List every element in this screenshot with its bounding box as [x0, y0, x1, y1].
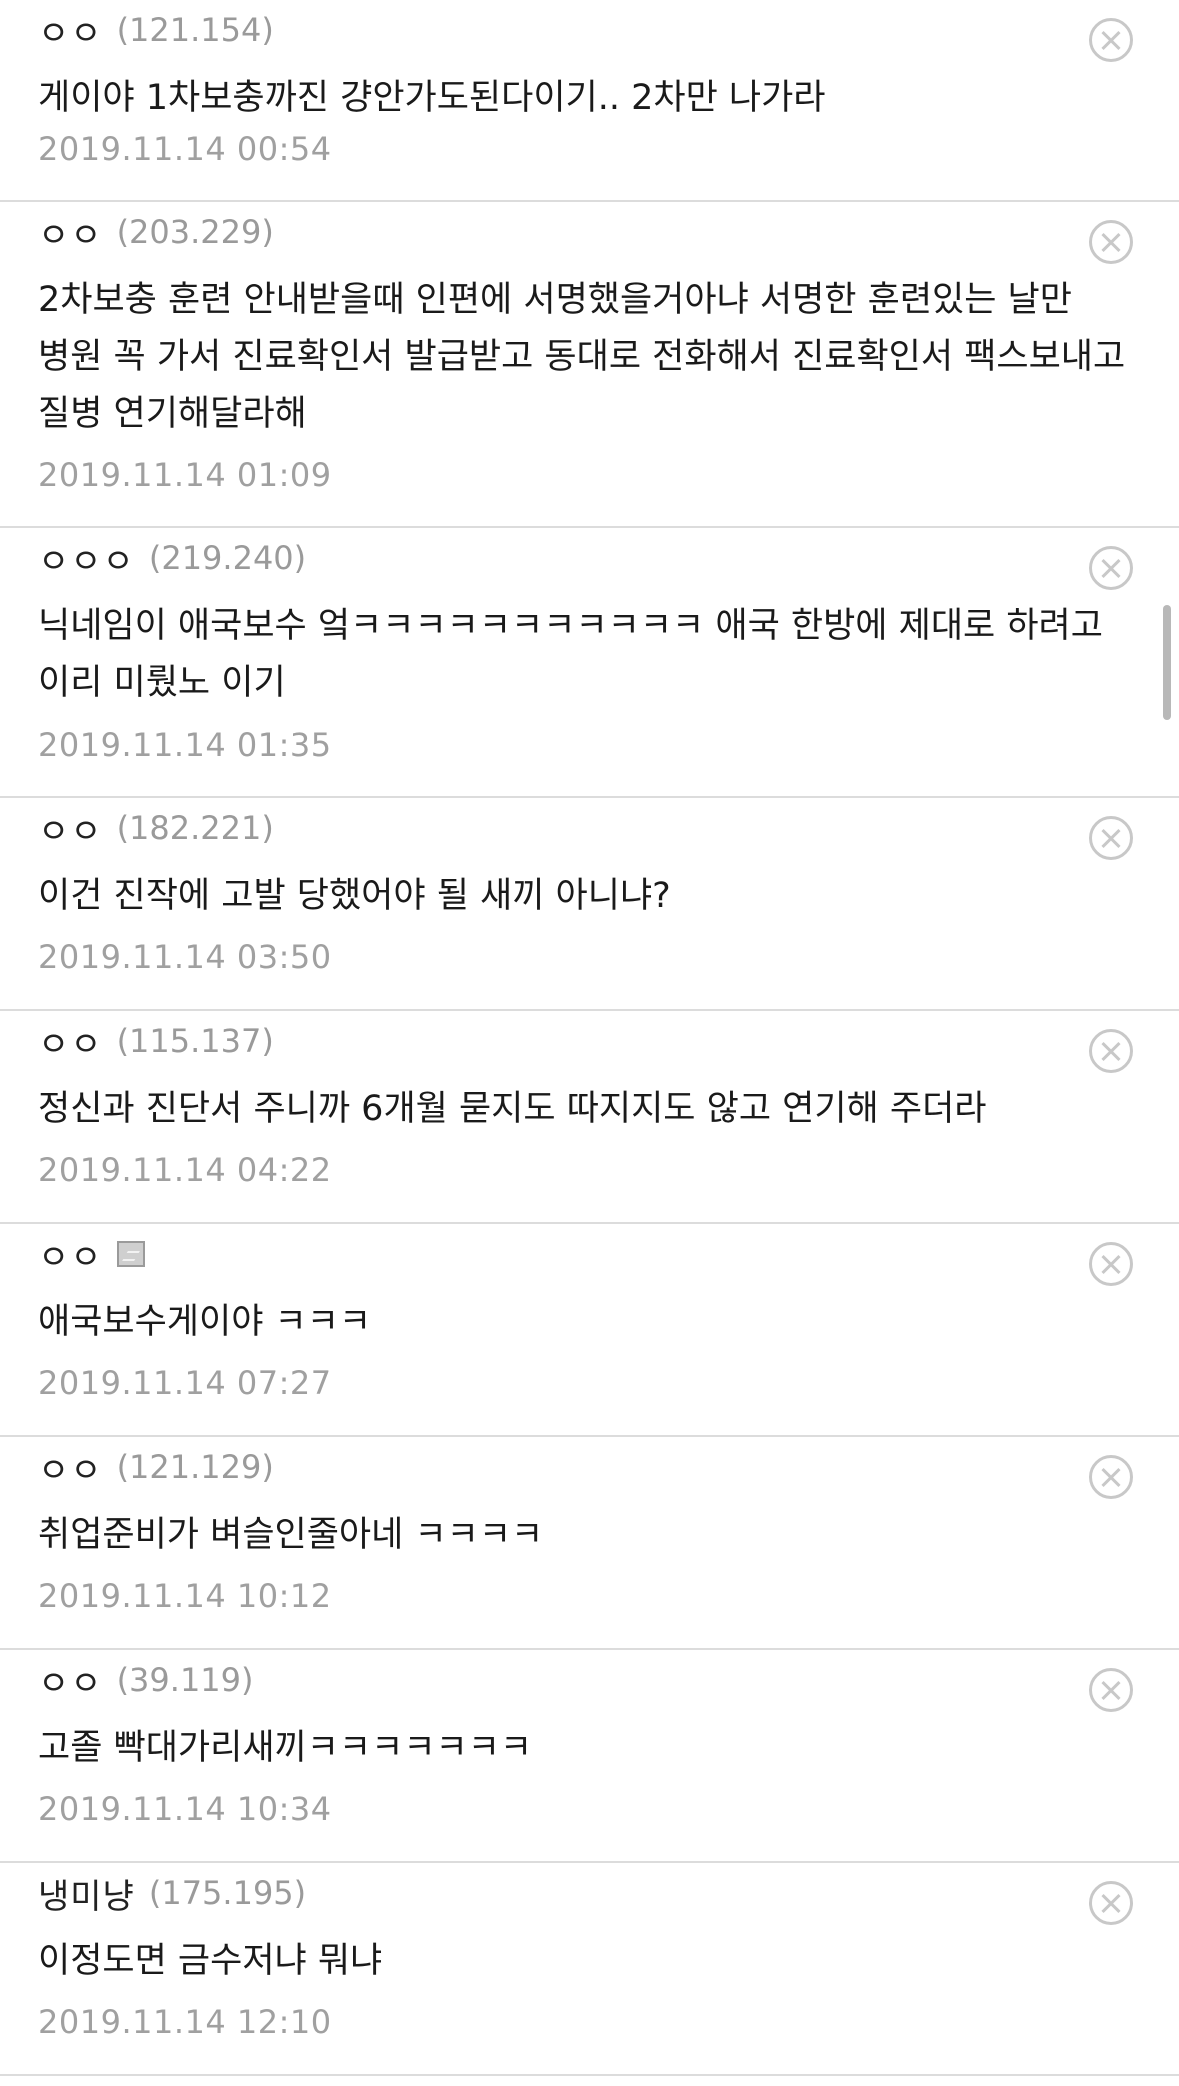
delete-comment-icon[interactable] [1089, 816, 1133, 860]
comment-ip: (182.221) [116, 809, 274, 847]
comment-item: ㅇㅇ (115.137) 정신과 진단서 주니까 6개월 묻지도 따지지도 않고… [0, 1011, 1179, 1224]
comment-item: ㅇㅇ (121.129) 취업준비가 벼슬인줄아네 ㅋㅋㅋㅋ 2019.11.1… [0, 1437, 1179, 1650]
comment-date: 2019.11.14 10:34 [38, 1790, 332, 1828]
delete-comment-icon[interactable] [1089, 546, 1133, 590]
comment-meta: ㅇㅇ (182.221) [38, 804, 274, 852]
comment-date: 2019.11.14 01:09 [38, 456, 332, 494]
comment-text: 이정도면 금수저냐 뭐냐 [38, 1941, 383, 1981]
comment-meta: ㅇㅇ (121.129) [38, 1443, 274, 1491]
comment-nickname[interactable]: ㅇㅇ [38, 1230, 103, 1279]
comment-date: 2019.11.14 07:27 [38, 1364, 332, 1402]
comment-text: 취업준비가 벼슬인줄아네 ㅋㅋㅋㅋ [38, 1515, 544, 1555]
comment-nickname[interactable]: ㅇㅇ [38, 208, 103, 257]
comment-ip: (175.195) [148, 1874, 307, 1912]
delete-comment-icon[interactable] [1089, 1668, 1133, 1712]
comment-nickname[interactable]: ㅇㅇ [38, 804, 103, 853]
comment-item: ㅇㅇㅇ (219.240) 닉네임이 애국보수 엌ㅋㅋㅋㅋㅋㅋㅋㅋㅋㅋㅋ 애국 … [0, 528, 1179, 798]
comment-text: 2차보충 훈련 안내받을때 인편에 서명했을거아냐 서명한 훈련있는 날만 병원… [38, 280, 1126, 434]
comment-meta: ㅇㅇ (115.137) [38, 1017, 274, 1065]
gallog-icon[interactable] [116, 1241, 145, 1267]
comment-ip: (121.154) [116, 11, 274, 49]
comment-item: 냉미냥 (175.195) 이정도면 금수저냐 뭐냐 2019.11.14 12… [0, 1863, 1179, 2076]
comment-text: 애국보수게이야 ㅋㅋㅋ [38, 1302, 372, 1342]
comment-text: 고졸 빡대가리새끼ㅋㅋㅋㅋㅋㅋㅋ [38, 1728, 533, 1768]
comment-date: 2019.11.14 10:12 [38, 1577, 332, 1615]
comment-item: ㅇㅇ (182.221) 이건 진작에 고발 당했어야 될 새끼 아니냐? 20… [0, 798, 1179, 1011]
comment-date: 2019.11.14 12:10 [38, 2003, 332, 2041]
comment-text: 게이야 1차보충까진 걍안가도된다이기.. 2차만 나가라 [38, 78, 826, 118]
comment-date: 2019.11.14 04:22 [38, 1151, 332, 1189]
comment-item: ㅇㅇ (121.154) 게이야 1차보충까진 걍안가도된다이기.. 2차만 나… [0, 0, 1179, 202]
comment-meta: ㅇㅇ (39.119) [38, 1656, 254, 1704]
comment-ip: (219.240) [148, 539, 307, 577]
comment-ip: (203.229) [116, 213, 274, 251]
comment-meta: ㅇㅇ (203.229) [38, 208, 274, 256]
comment-item: ㅇㅇ 애국보수게이야 ㅋㅋㅋ 2019.11.14 07:27 [0, 1224, 1179, 1437]
comment-ip: (115.137) [116, 1022, 274, 1060]
comment-text: 닉네임이 애국보수 엌ㅋㅋㅋㅋㅋㅋㅋㅋㅋㅋㅋ 애국 한방에 제대로 하려고 이리… [38, 606, 1103, 703]
comment-nickname[interactable]: ㅇㅇ [38, 1017, 103, 1066]
comment-date: 2019.11.14 00:54 [38, 130, 332, 168]
comment-meta: ㅇㅇ [38, 1230, 145, 1278]
delete-comment-icon[interactable] [1089, 18, 1133, 62]
comment-nickname[interactable]: ㅇㅇ [38, 1656, 103, 1705]
comment-meta: ㅇㅇㅇ (219.240) [38, 534, 306, 582]
comment-nickname[interactable]: ㅇㅇ [38, 6, 103, 55]
comment-item: ㅇㅇ (203.229) 2차보충 훈련 안내받을때 인편에 서명했을거아냐 서… [0, 202, 1179, 528]
delete-comment-icon[interactable] [1089, 1881, 1133, 1925]
delete-comment-icon[interactable] [1089, 1029, 1133, 1073]
comment-meta: ㅇㅇ (121.154) [38, 6, 274, 54]
comment-text: 정신과 진단서 주니까 6개월 묻지도 따지지도 않고 연기해 주더라 [38, 1089, 987, 1129]
delete-comment-icon[interactable] [1089, 220, 1133, 264]
comment-ip: (121.129) [116, 1448, 274, 1486]
comment-text: 이건 진작에 고발 당했어야 될 새끼 아니냐? [38, 876, 671, 916]
delete-comment-icon[interactable] [1089, 1455, 1133, 1499]
vertical-scrollbar[interactable] [1163, 605, 1171, 720]
delete-comment-icon[interactable] [1089, 1242, 1133, 1286]
comment-nickname[interactable]: ㅇㅇㅇ [38, 534, 135, 583]
comment-meta: 냉미냥 (175.195) [38, 1869, 306, 1917]
comment-nickname[interactable]: ㅇㅇ [38, 1443, 103, 1492]
comment-date: 2019.11.14 01:35 [38, 726, 332, 764]
comment-ip: (39.119) [116, 1661, 254, 1699]
comment-item: ㅇㅇ (39.119) 고졸 빡대가리새끼ㅋㅋㅋㅋㅋㅋㅋ 2019.11.14 … [0, 1650, 1179, 1863]
comment-nickname[interactable]: 냉미냥 [38, 1869, 135, 1918]
comment-date: 2019.11.14 03:50 [38, 938, 332, 976]
